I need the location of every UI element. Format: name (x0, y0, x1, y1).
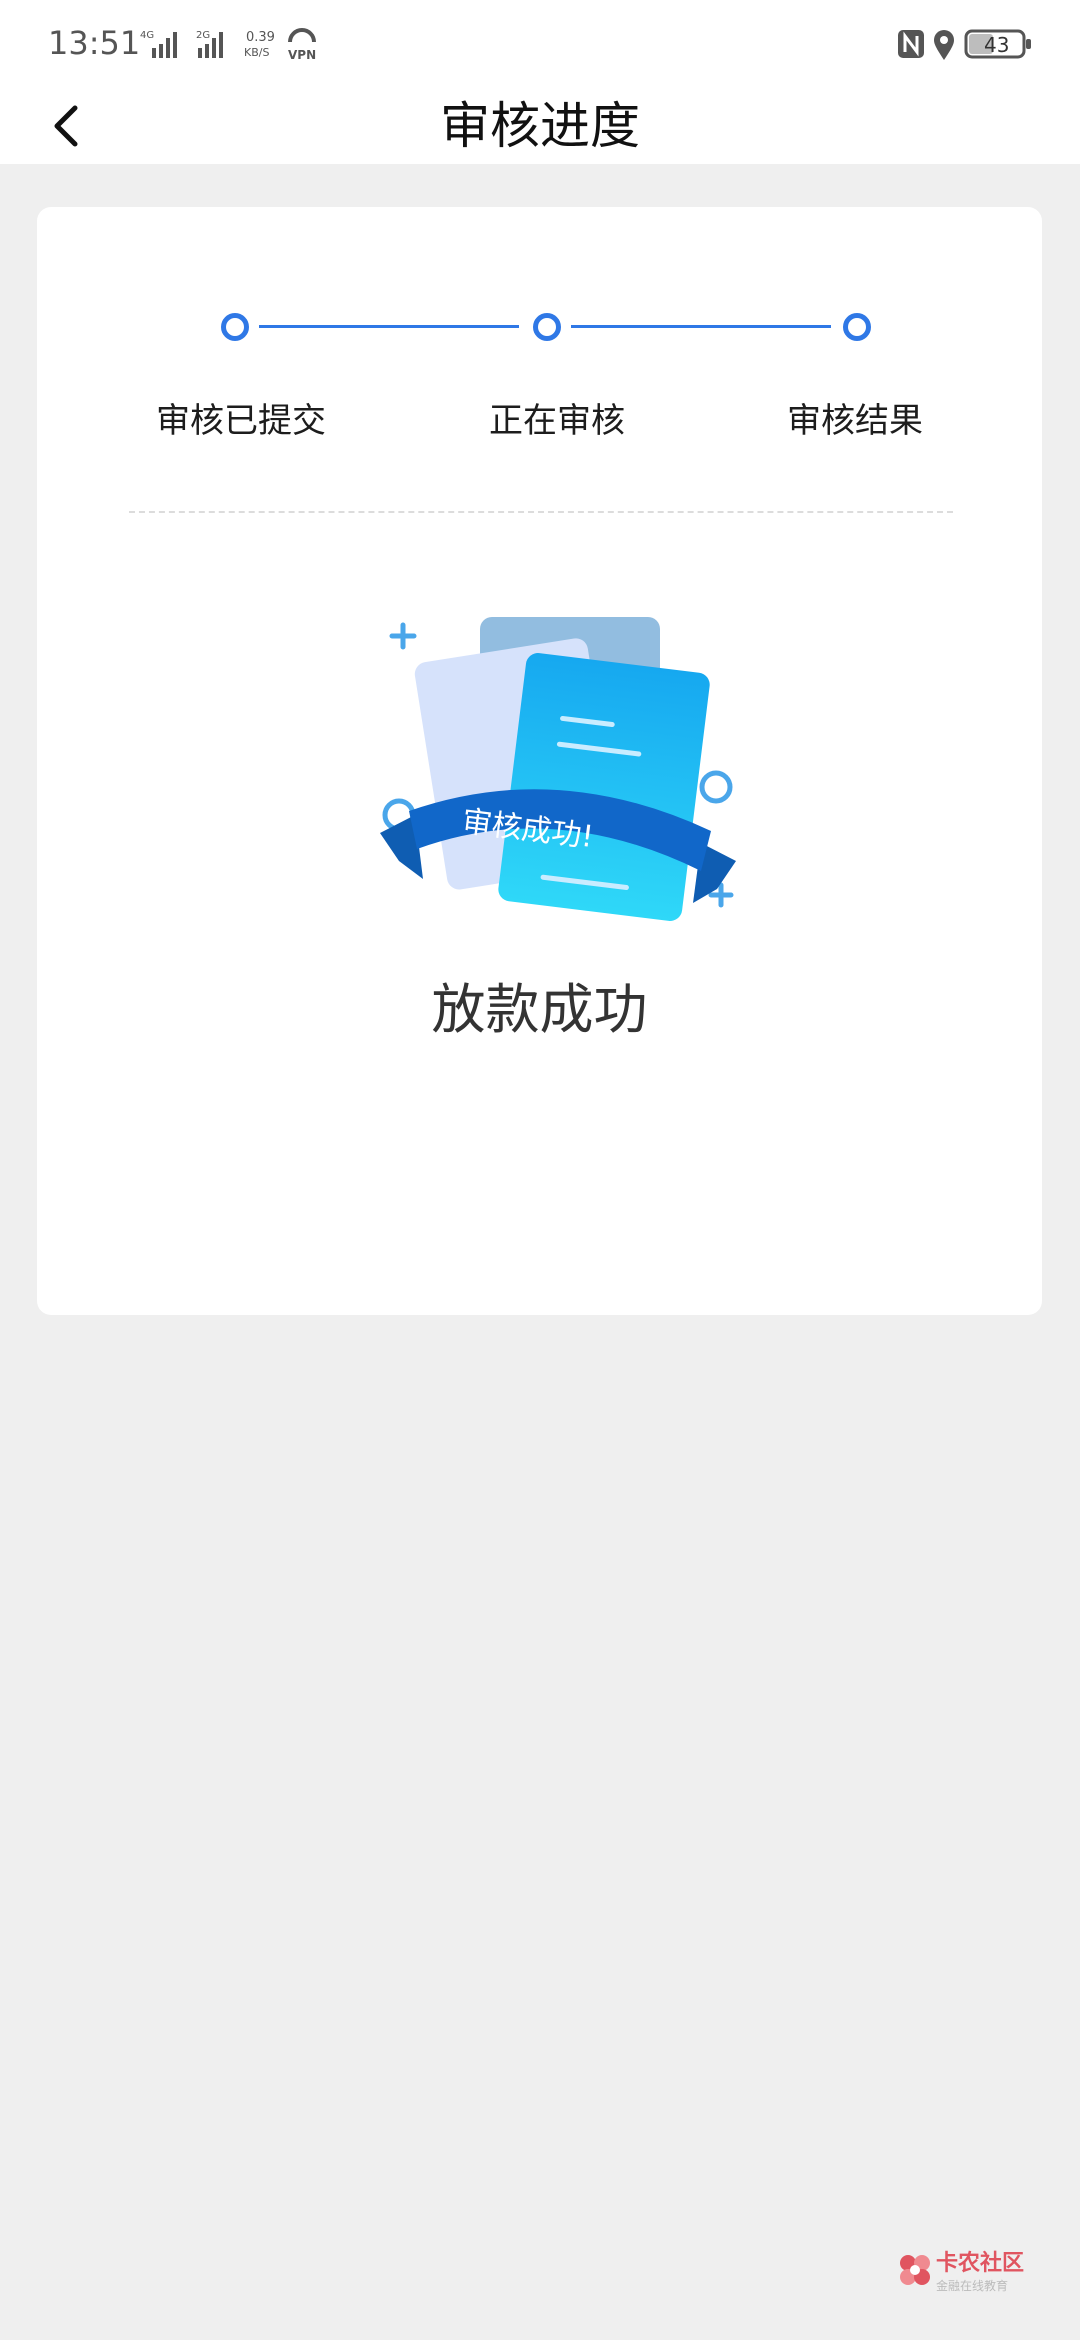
step-dot-reviewing (533, 313, 561, 341)
system-icons: 43 (898, 29, 1031, 60)
back-button[interactable] (36, 88, 96, 164)
speed-unit: KB/S (244, 46, 269, 59)
vpn-label: VPN (288, 48, 316, 62)
speed-value: 0.39 (246, 30, 275, 45)
community-watermark: 卡农社区 金融在线教育 (898, 2245, 1024, 2294)
net-2g-label: 2G (196, 30, 210, 41)
step-label-reviewing: 正在审核 (489, 401, 625, 441)
nav-bar: 审核进度 (0, 88, 1080, 164)
step-dot-submitted (221, 313, 249, 341)
result-title: 放款成功 (431, 978, 648, 1041)
signal-icon: 4G (140, 30, 177, 58)
plus-icon (389, 622, 417, 650)
progress-steps: 审核已提交 正在审核 审核结果 (37, 207, 1042, 507)
signal-icon-2: 2G (196, 30, 223, 58)
dashed-divider (129, 511, 953, 513)
net-4g-label: 4G (140, 30, 154, 41)
network-status: 4G 2G 0.39 KB/S VPN (140, 28, 316, 62)
vpn-icon: VPN (288, 28, 316, 62)
circle-icon-2 (699, 770, 733, 804)
status-bar: 13:51 4G 2G 0.39 KB/S VPN 43 (0, 0, 1080, 88)
location-icon (934, 30, 954, 60)
approval-success-illustration: 审核成功! (380, 617, 736, 921)
nfc-icon (898, 30, 924, 58)
step-label-result: 审核结果 (787, 401, 923, 441)
step-dot-result (843, 313, 871, 341)
watermark-subtitle: 金融在线教育 (936, 2279, 1009, 2293)
step-connector-2 (571, 325, 831, 328)
status-time: 13:51 (48, 24, 141, 62)
watermark-title: 卡农社区 (936, 2251, 1025, 2276)
progress-card: 审核已提交 正在审核 审核结果 审核成功! 放款成功 (37, 207, 1042, 1315)
chevron-left-icon (54, 105, 78, 147)
page-title: 审核进度 (440, 97, 640, 155)
front-document (498, 653, 710, 921)
step-label-submitted: 审核已提交 (156, 401, 326, 441)
battery-icon: 43 (964, 29, 1031, 59)
community-logo-icon (900, 2254, 930, 2285)
step-connector-1 (259, 325, 519, 328)
battery-level: 43 (984, 33, 1009, 57)
